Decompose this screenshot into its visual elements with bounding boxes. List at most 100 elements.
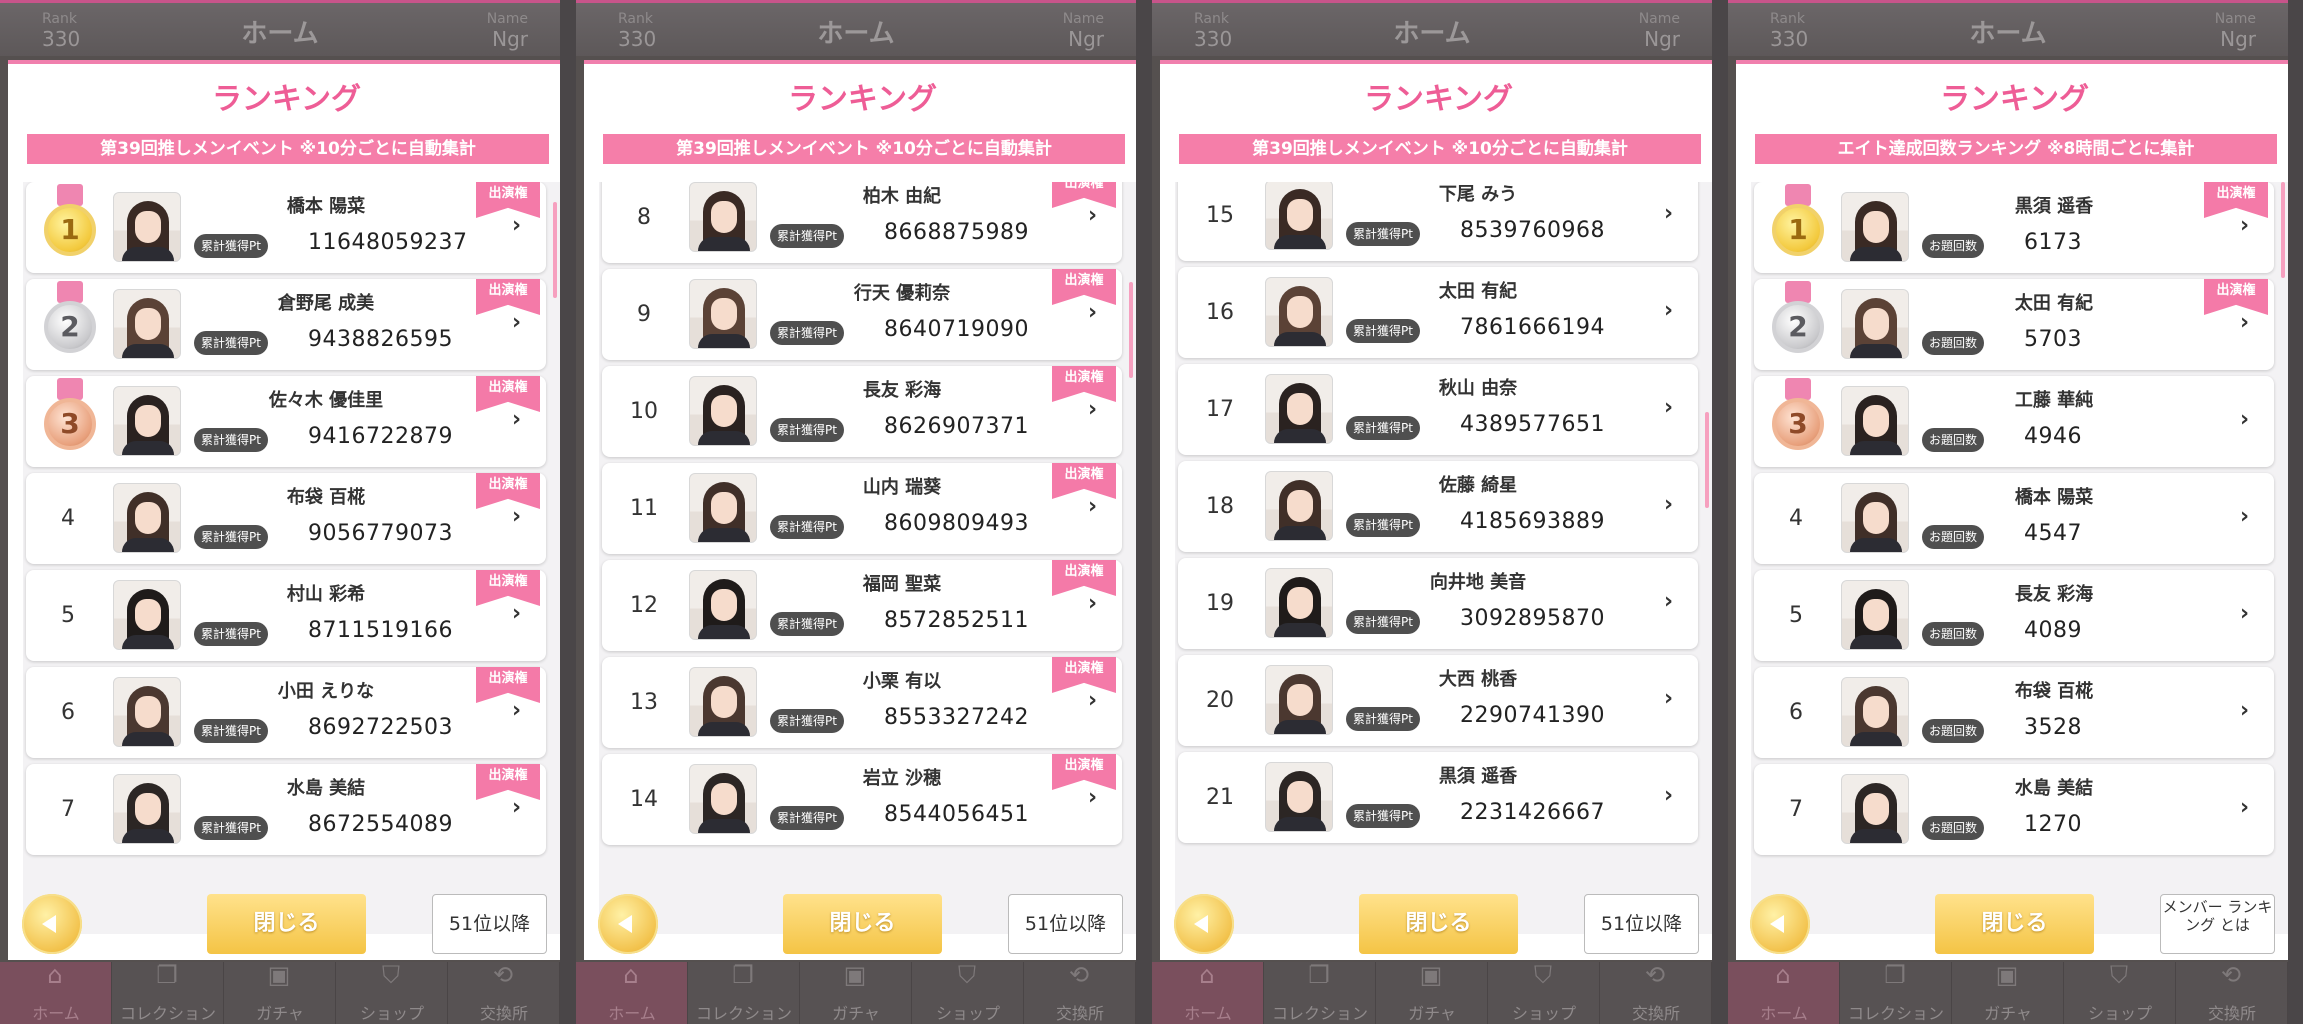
scrollbar-thumb[interactable] [1129,282,1133,378]
member-score: 8539760968 [1460,218,1605,243]
ranking-row[interactable]: 9 行天 優莉奈 累計獲得Pt 8640719090 › 出演権 [602,269,1122,360]
appearance-badge: 出演権 [1052,269,1116,305]
member-ranking-info-button[interactable]: メンバー ランキング とは [2160,894,2275,954]
nav-item-cart[interactable]: ⛉ ショップ [2064,962,2176,1024]
nav-item-gacha[interactable]: ▣ ガチャ [1376,962,1488,1024]
medal-ribbon [57,184,83,206]
close-button[interactable]: 閉じる [783,894,942,954]
rank-51-plus-button[interactable]: 51位以降 [432,894,547,954]
ranking-row[interactable]: 4 布袋 百椛 累計獲得Pt 9056779073 › 出演権 [26,473,546,564]
cart-icon: ⛉ [2110,961,2128,989]
photo-body [1850,538,1902,552]
rank-number: 6 [61,700,75,725]
nav-label: 交換所 [1631,1004,1680,1023]
nav-item-collection[interactable]: ❐ コレクション [1264,962,1376,1024]
ranking-list[interactable]: 8 柏木 由紀 累計獲得Pt 8668875989 › 出演権 9 行天 優莉奈 累計獲得Pt 8… [599,182,1136,934]
appearance-badge: 出演権 [1052,560,1116,596]
close-button[interactable]: 閉じる [1935,894,2094,954]
ranking-list[interactable]: 1 橋本 陽菜 累計獲得Pt 11648059237 › 出演権 2 倉野尾 成美 累計獲得Pt… [23,182,560,934]
ranking-row[interactable]: 21 黒須 遥香 累計獲得Pt 2231426667 › [1178,752,1698,843]
nav-item-cart[interactable]: ⛉ ショップ [912,962,1024,1024]
chevron-right-icon: › [2240,601,2250,626]
app-screen: Rank 330 ホーム Name Ngr ⌂ ホーム ❐ コレクション ▣ ガチャ ⛉ ショップ ⟲ 交換… [1728,0,2288,1024]
scrollbar-thumb[interactable] [1705,412,1709,508]
top-status-bar: Rank 330 ホーム Name Ngr [0,0,560,56]
ranking-row[interactable]: 15 下尾 みう 累計獲得Pt 8539760968 › [1178,182,1698,261]
member-name: 長友 彩海 [862,380,942,401]
back-button[interactable] [22,894,82,954]
ranking-row[interactable]: 6 布袋 百椛 お題回数 3528 › [1754,667,2274,758]
ranking-row[interactable]: 1 黒須 遥香 お題回数 6173 › 出演権 [1754,182,2274,273]
ranking-row[interactable]: 7 水島 美結 累計獲得Pt 8672554089 › 出演権 [26,764,546,855]
rank-number: 3 [44,398,96,450]
name-label: Name [2214,11,2256,27]
cart-icon: ⛉ [382,961,400,989]
score-label: 累計獲得Pt [194,331,268,355]
nav-item-exchange[interactable]: ⟲ 交換所 [448,962,560,1024]
ranking-row[interactable]: 10 長友 彩海 累計獲得Pt 8626907371 › 出演権 [602,366,1122,457]
scrollbar-thumb[interactable] [553,202,557,298]
ranking-row[interactable]: 16 太田 有紀 累計獲得Pt 7861666194 › [1178,267,1698,358]
ranking-row[interactable]: 3 工藤 華純 お題回数 4946 › [1754,376,2274,467]
ranking-list[interactable]: 1 黒須 遥香 お題回数 6173 › 出演権 2 太田 有紀 お題回数 5703 › 出演権 3 工藤 … [1751,182,2288,934]
ranking-row[interactable]: 13 小栗 有以 累計獲得Pt 8553327242 › 出演権 [602,657,1122,748]
nav-label: ガチャ [832,1004,880,1023]
nav-item-home[interactable]: ⌂ ホーム [576,962,688,1024]
close-button[interactable]: 閉じる [207,894,366,954]
back-button[interactable] [598,894,658,954]
rank-number: 21 [1206,785,1234,810]
appearance-badge: 出演権 [1052,463,1116,499]
ranking-row[interactable]: 6 小田 えりな 累計獲得Pt 8692722503 › 出演権 [26,667,546,758]
nav-label: ホーム [1760,1004,1808,1023]
nav-label: ショップ [2087,1004,2152,1023]
ranking-row[interactable]: 3 佐々木 優佳里 累計獲得Pt 9416722879 › 出演権 [26,376,546,467]
nav-item-gacha[interactable]: ▣ ガチャ [800,962,912,1024]
name-value: Ngr [2220,27,2256,51]
nav-item-collection[interactable]: ❐ コレクション [688,962,800,1024]
member-name: 水島 美結 [286,778,366,799]
nav-item-exchange[interactable]: ⟲ 交換所 [1600,962,1712,1024]
ranking-row[interactable]: 8 柏木 由紀 累計獲得Pt 8668875989 › 出演権 [602,182,1122,263]
member-name: 佐藤 綺星 [1438,475,1518,496]
nav-item-cart[interactable]: ⛉ ショップ [1488,962,1600,1024]
ranking-row[interactable]: 14 岩立 沙穂 累計獲得Pt 8544056451 › 出演権 [602,754,1122,845]
chevron-right-icon: › [1664,686,1674,711]
member-score: 4547 [2024,521,2082,546]
ranking-row[interactable]: 5 長友 彩海 お題回数 4089 › [1754,570,2274,661]
nav-item-exchange[interactable]: ⟲ 交換所 [1024,962,1136,1024]
rank-51-plus-button[interactable]: 51位以降 [1008,894,1123,954]
ranking-row[interactable]: 20 大西 桃香 累計獲得Pt 2290741390 › [1178,655,1698,746]
ranking-row[interactable]: 1 橋本 陽菜 累計獲得Pt 11648059237 › 出演権 [26,182,546,273]
nav-item-home[interactable]: ⌂ ホーム [1152,962,1264,1024]
nav-item-gacha[interactable]: ▣ ガチャ [1952,962,2064,1024]
back-button[interactable] [1174,894,1234,954]
member-score: 9416722879 [308,424,453,449]
chevron-right-icon: › [1664,395,1674,420]
ranking-row[interactable]: 4 橋本 陽菜 お題回数 4547 › [1754,473,2274,564]
appearance-badge: 出演権 [476,279,540,315]
gacha-icon: ▣ [1995,961,2019,989]
close-button[interactable]: 閉じる [1359,894,1518,954]
ranking-row[interactable]: 18 佐藤 綺星 累計獲得Pt 4185693889 › [1178,461,1698,552]
ranking-row[interactable]: 12 福岡 聖菜 累計獲得Pt 8572852511 › 出演権 [602,560,1122,651]
nav-item-collection[interactable]: ❐ コレクション [112,962,224,1024]
nav-item-home[interactable]: ⌂ ホーム [0,962,112,1024]
ranking-row[interactable]: 11 山内 瑞葵 累計獲得Pt 8609809493 › 出演権 [602,463,1122,554]
rank-51-plus-button[interactable]: 51位以降 [1584,894,1699,954]
ranking-row[interactable]: 19 向井地 美音 累計獲得Pt 3092895870 › [1178,558,1698,649]
ranking-list[interactable]: 15 下尾 みう 累計獲得Pt 8539760968 › 16 太田 有紀 累計獲得Pt 786… [1175,182,1712,934]
ranking-row[interactable]: 2 倉野尾 成美 累計獲得Pt 9438826595 › 出演権 [26,279,546,370]
ranking-row[interactable]: 7 水島 美結 お題回数 1270 › [1754,764,2274,855]
nav-item-cart[interactable]: ⛉ ショップ [336,962,448,1024]
back-button[interactable] [1750,894,1810,954]
rank-number: 8 [637,205,651,230]
ranking-row[interactable]: 17 秋山 由奈 累計獲得Pt 4389577651 › [1178,364,1698,455]
nav-item-home[interactable]: ⌂ ホーム [1728,962,1840,1024]
nav-item-gacha[interactable]: ▣ ガチャ [224,962,336,1024]
nav-item-collection[interactable]: ❐ コレクション [1840,962,1952,1024]
ranking-row[interactable]: 2 太田 有紀 お題回数 5703 › 出演権 [1754,279,2274,370]
nav-item-exchange[interactable]: ⟲ 交換所 [2176,962,2288,1024]
ranking-row[interactable]: 5 村山 彩希 累計獲得Pt 8711519166 › 出演権 [26,570,546,661]
scrollbar-thumb[interactable] [2281,182,2285,278]
screen-title: ホーム [817,19,895,49]
